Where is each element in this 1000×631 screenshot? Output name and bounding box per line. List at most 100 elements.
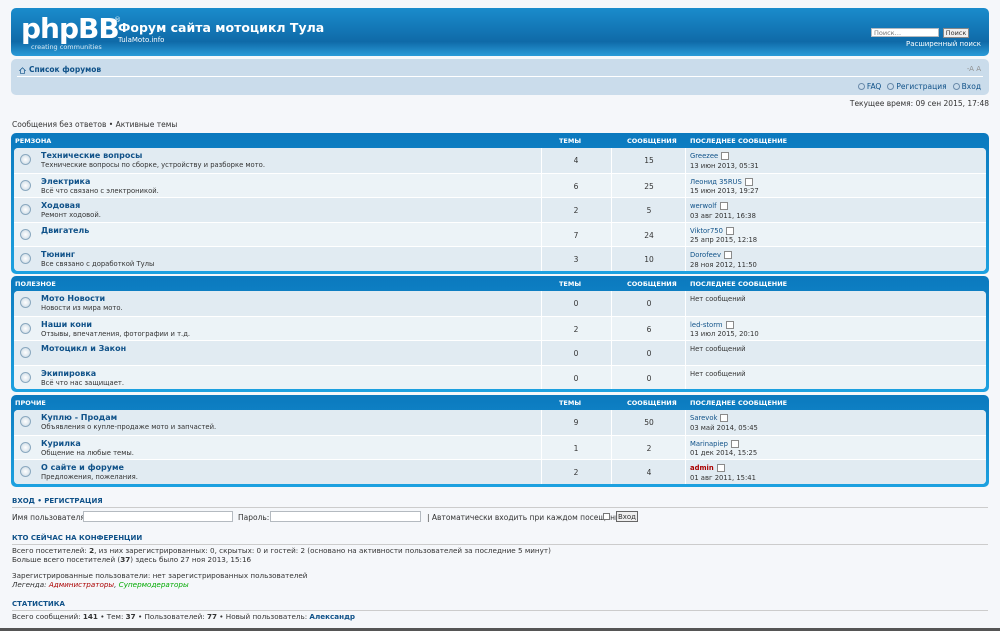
legend-supermods[interactable]: Супермодераторы <box>119 580 189 589</box>
category-title[interactable]: РЕМЗОНА <box>15 137 51 145</box>
last-post-author[interactable]: Леонид 35RUS <box>690 178 742 186</box>
last-post-author[interactable]: Greezee <box>690 152 718 160</box>
topics-count: 9 <box>573 418 579 427</box>
legend-admins[interactable]: Администраторы <box>49 580 114 589</box>
category-title[interactable]: ПОЛЕЗНОЕ <box>15 280 56 288</box>
online-total: Всего посетителей: 2, из них зарегистрир… <box>12 546 551 555</box>
last-post-author[interactable]: Viktor750 <box>690 227 723 235</box>
stats-line: Всего сообщений: 141 • Тем: 37 • Пользов… <box>12 612 355 621</box>
login-label: Вход <box>961 82 981 91</box>
faq-link[interactable]: FAQ <box>857 82 882 91</box>
forum-read-icon <box>20 441 31 453</box>
view-latest-post-icon[interactable] <box>730 439 739 448</box>
login-section-title[interactable]: ВХОД • РЕГИСТРАЦИЯ <box>12 497 103 505</box>
last-post-author[interactable]: Marinapiep <box>690 440 728 448</box>
topics-count: 2 <box>573 324 579 334</box>
forum-title-link[interactable]: Электрика <box>41 177 90 186</box>
posts-count: 0 <box>646 373 652 383</box>
column-divider <box>685 460 686 484</box>
online-divider <box>12 544 988 545</box>
auto-login-label: | Автоматически входить при каждом посещ… <box>427 513 625 522</box>
topics-count: 7 <box>573 230 579 240</box>
column-divider <box>611 435 612 459</box>
view-latest-post-icon[interactable] <box>725 226 734 235</box>
last-post-date: 01 дек 2014, 15:25 <box>690 449 758 457</box>
topics-count: 3 <box>573 255 579 264</box>
last-post-author[interactable]: werwolf <box>690 202 717 210</box>
topics-count: 1 <box>573 443 579 453</box>
last-post: Леонид 35RUS 15 июн 2013, 19:27 <box>690 177 759 197</box>
column-divider <box>611 460 612 484</box>
view-latest-post-icon[interactable] <box>720 414 729 422</box>
font-size-control[interactable]: -A A <box>967 65 981 73</box>
register-link[interactable]: Регистрация <box>887 82 947 91</box>
posts-count: 15 <box>644 156 654 165</box>
topics-column-header: ТЕМЫ <box>559 399 582 407</box>
view-latest-post-icon[interactable] <box>725 320 734 329</box>
view-latest-post-icon[interactable] <box>723 251 732 259</box>
forum-title-link[interactable]: Двигатель <box>41 226 89 235</box>
stats-users-label: • Пользователей: <box>135 612 207 621</box>
auto-login-checkbox[interactable] <box>603 513 610 520</box>
view-latest-post-icon[interactable] <box>716 464 725 472</box>
last-post: Sarevok 03 май 2014, 05:45 <box>690 414 758 433</box>
forum-title-link[interactable]: Куплю - Продам <box>41 413 117 422</box>
topics-count: 0 <box>573 299 579 308</box>
search-input[interactable] <box>871 28 939 37</box>
last-post: Нет сообщений <box>690 295 746 305</box>
forum-row: Курилка Общение на любые темы. 1 2 Marinapie… <box>14 434 986 459</box>
login-button[interactable]: Вход <box>616 511 638 522</box>
topics-count: 0 <box>573 373 579 383</box>
forum-read-icon <box>20 322 31 334</box>
forum-row: Двигатель 7 24 Viktor750 25 апр 2015, 12:18 <box>14 221 986 246</box>
forum-title-link[interactable]: Экипировка <box>41 369 96 378</box>
stats-posts-label: Всего сообщений: <box>12 612 83 621</box>
stats-topics-label: • Тем: <box>97 612 126 621</box>
posts-count: 10 <box>644 255 654 264</box>
last-post-author[interactable]: Sarevok <box>690 414 717 422</box>
view-latest-post-icon[interactable] <box>719 202 728 210</box>
last-post-author[interactable]: led-storm <box>690 321 723 329</box>
column-divider <box>611 365 612 389</box>
password-field[interactable] <box>270 511 421 522</box>
faq-label: FAQ <box>866 82 882 91</box>
site-title[interactable]: Форум сайта мотоцикл Тула <box>118 20 324 35</box>
view-latest-post-icon[interactable] <box>744 177 753 186</box>
forum-read-icon <box>20 228 31 240</box>
forum-title-link[interactable]: Мотоцикл и Закон <box>41 344 126 353</box>
advanced-search-link[interactable]: Расширенный поиск <box>906 40 981 48</box>
forum-title-link[interactable]: Мото Новости <box>41 294 105 303</box>
forum-title-link[interactable]: О сайте и форуме <box>41 463 124 472</box>
forum-title-link[interactable]: Ходовая <box>41 201 80 210</box>
view-latest-post-icon[interactable] <box>721 152 730 160</box>
forum-row: Наши кони Отзывы, впечатления, фотографии… <box>14 315 986 340</box>
posts-count: 24 <box>644 230 654 240</box>
newest-user-link[interactable]: Александр <box>309 612 355 621</box>
forum-title-link[interactable]: Тюнинг <box>41 250 75 259</box>
last-post-author[interactable]: admin <box>690 464 714 472</box>
forum-title-link[interactable]: Курилка <box>41 439 81 448</box>
last-post-column-header: ПОСЛЕДНЕЕ СООБЩЕНИЕ <box>690 280 788 288</box>
online-record-prefix: Больше всего посетителей ( <box>12 555 121 564</box>
last-post-date: 03 авг 2011, 16:38 <box>690 211 756 220</box>
category-header: РЕМЗОНА ТЕМЫ СООБЩЕНИЯ ПОСЛЕДНЕЕ СООБЩЕНИЕ <box>11 133 989 148</box>
online-section-title[interactable]: КТО СЕЙЧАС НА КОНФЕРЕНЦИИ <box>12 534 142 542</box>
login-link[interactable]: Вход <box>952 82 981 91</box>
forum-row: Куплю - Продам Объявления о купле-продаже… <box>14 410 986 435</box>
forum-read-icon <box>20 466 31 477</box>
category-title[interactable]: ПРОЧИЕ <box>15 399 46 407</box>
site-logo[interactable]: phpBB ® creating communities <box>21 14 121 52</box>
last-post: Dorofeev 28 ноя 2012, 11:50 <box>690 251 757 270</box>
last-post-author[interactable]: Dorofeev <box>690 251 721 259</box>
forum-title-link[interactable]: Наши кони <box>41 320 92 329</box>
quick-links[interactable]: Сообщения без ответов • Активные темы <box>12 120 177 129</box>
search-button[interactable]: Поиск <box>943 28 969 38</box>
forum-list-link[interactable]: Список форумов <box>19 65 101 74</box>
forum-list-label: Список форумов <box>29 65 102 74</box>
forum-read-icon <box>20 297 31 308</box>
posts-column-header: СООБЩЕНИЯ <box>627 137 677 145</box>
forum-title-link[interactable]: Технические вопросы <box>41 151 142 160</box>
column-divider <box>611 291 612 316</box>
search-box: Поиск <box>871 28 981 38</box>
username-field[interactable] <box>83 511 233 522</box>
